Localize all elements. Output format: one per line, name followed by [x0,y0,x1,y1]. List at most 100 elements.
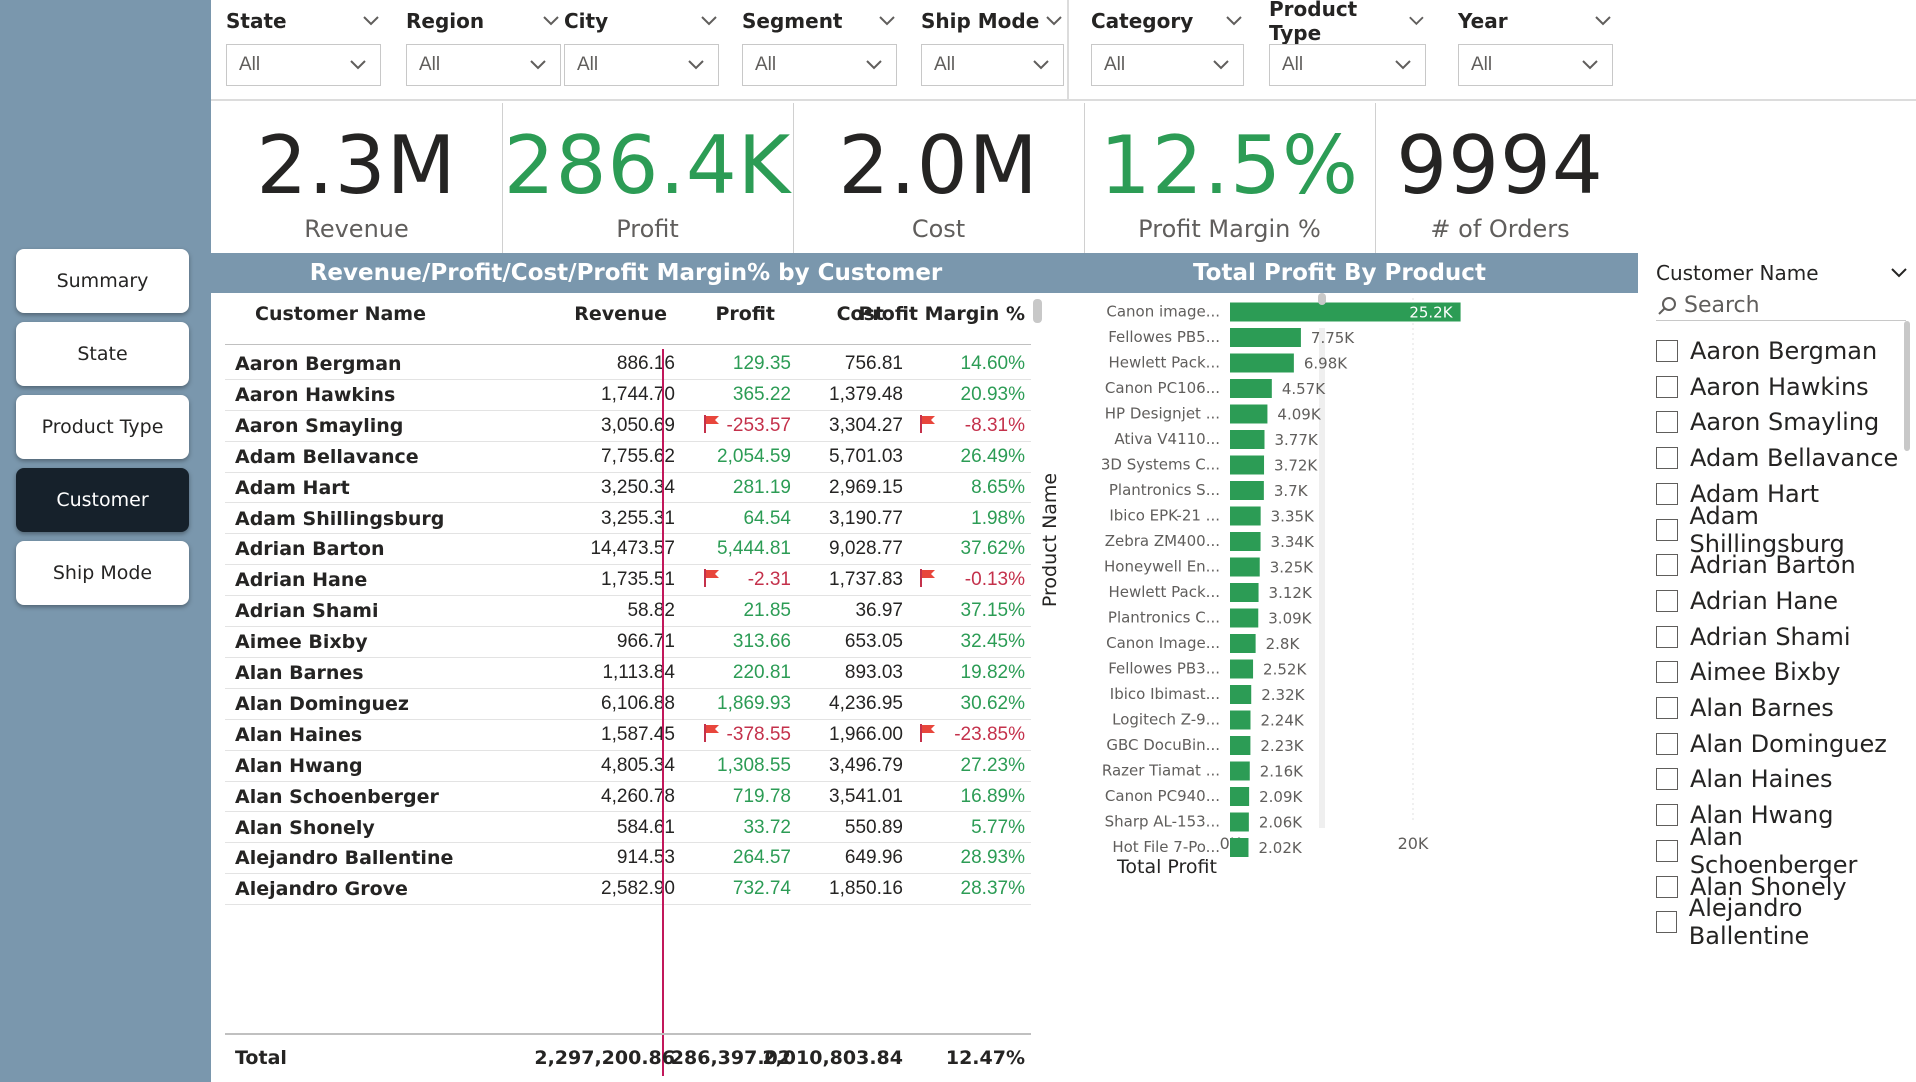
table-row[interactable]: Aaron Smayling 3,050.69 -253.57 3,304.27 -8.… [225,411,1031,442]
column-header-revenue[interactable]: Revenue [574,303,667,325]
bar[interactable] [1230,353,1294,373]
bar[interactable] [1230,328,1301,347]
bar[interactable] [1230,659,1254,679]
checkbox-icon[interactable] [1656,804,1678,827]
customer-slicer-item[interactable]: Adrian Shami [1656,619,1851,655]
nav-button-summary[interactable]: Summary [16,249,189,313]
slicer-header[interactable]: Year [1458,8,1613,34]
bar[interactable] [1230,404,1268,424]
customer-slicer-item[interactable]: Alan Haines [1656,761,1833,797]
slicer-dropdown[interactable]: All [406,44,561,86]
table-row[interactable]: Aaron Hawkins 1,744.70 365.22 1,379.48 20.93… [225,380,1031,411]
bar[interactable] [1230,787,1250,806]
chevron-down-icon[interactable] [541,14,561,28]
chevron-down-icon[interactable] [1890,267,1908,279]
column-header-profit-margin[interactable]: Profit Margin % [858,303,1025,325]
customer-slicer-item[interactable]: Adam Bellavance [1656,440,1898,476]
table-row[interactable]: Adam Hart 3,250.34 281.19 2,969.15 8.65% [225,473,1031,504]
bar[interactable] [1230,481,1264,500]
checkbox-icon[interactable] [1656,447,1678,470]
table-row[interactable]: Alan Schoenberger 4,260.78 719.78 3,541.01 1… [225,782,1031,813]
slicer-header[interactable]: City [564,8,719,34]
slicer-header[interactable]: Segment [742,8,897,34]
customer-slicer-item[interactable]: Aaron Smayling [1656,404,1879,440]
table-row[interactable]: Alan Hwang 4,805.34 1,308.55 3,496.79 27.23% [225,751,1031,782]
customer-slicer-item[interactable]: Aaron Hawkins [1656,369,1869,405]
checkbox-icon[interactable] [1656,482,1678,505]
slicer-dropdown[interactable]: All [1269,44,1426,86]
checkbox-icon[interactable] [1656,625,1678,648]
chart-scrollbar[interactable] [1318,293,1326,305]
chevron-down-icon[interactable] [1407,14,1426,28]
chevron-down-icon[interactable] [361,14,381,28]
customer-slicer-item[interactable]: Aaron Bergman [1656,333,1877,369]
customer-slicer-item[interactable]: Alan Barnes [1656,690,1834,726]
bar[interactable] [1230,685,1252,704]
bar[interactable] [1230,455,1265,475]
checkbox-icon[interactable] [1656,839,1678,862]
customer-slicer-item[interactable]: Alan Schoenberger [1656,823,1916,879]
slicer-header[interactable]: State [226,8,381,34]
checkbox-icon[interactable] [1656,589,1678,612]
table-row[interactable]: Adrian Hane 1,735.51 -2.31 1,737.83 -0.13% [225,565,1031,597]
slicer-scrollbar[interactable] [1904,321,1910,451]
chevron-down-icon[interactable] [699,14,719,28]
checkbox-icon[interactable] [1656,411,1678,434]
chevron-down-icon[interactable] [877,14,897,28]
bar[interactable] [1230,557,1260,577]
checkbox-icon[interactable] [1656,732,1678,755]
table-row[interactable]: Alan Shonely 584.61 33.72 550.89 5.77% [225,813,1031,844]
bar[interactable] [1230,736,1251,755]
checkbox-icon[interactable] [1656,875,1678,898]
customer-slicer-item[interactable]: Alejandro Ballentine [1656,894,1916,950]
checkbox-icon[interactable] [1656,375,1678,398]
bar[interactable] [1230,430,1265,449]
bar[interactable] [1230,608,1259,628]
chevron-down-icon[interactable] [1044,14,1064,28]
slicer-dropdown[interactable]: All [742,44,897,86]
table-row[interactable]: Aaron Bergman 886.16 129.35 756.81 14.60% [225,349,1031,380]
checkbox-icon[interactable] [1656,768,1678,791]
slicer-header[interactable]: Ship Mode [921,8,1064,34]
bar[interactable] [1230,379,1272,398]
column-header-profit[interactable]: Profit [715,303,775,325]
checkbox-icon[interactable] [1656,554,1678,577]
column-header-customer-name[interactable]: Customer Name [255,303,426,325]
slicer-header[interactable]: Region [406,8,561,34]
chevron-down-icon[interactable] [1224,14,1244,28]
table-row[interactable]: Alejandro Grove 2,582.90 732.74 1,850.16 28.… [225,874,1031,906]
bar[interactable] [1230,532,1261,551]
customer-slicer-item[interactable]: Adrian Barton [1656,547,1856,583]
bar[interactable] [1230,761,1250,781]
table-row[interactable]: Alan Barnes 1,113.84 220.81 893.03 19.82% [225,658,1031,689]
customer-search-input[interactable]: Search [1656,291,1906,321]
table-row[interactable]: Alan Haines 1,587.45 -378.55 1,966.00 -23.85… [225,720,1031,751]
slicer-dropdown[interactable]: All [921,44,1064,86]
slicer-dropdown[interactable]: All [226,44,381,86]
table-row[interactable]: Adrian Barton 14,473.57 5,444.81 9,028.77 37… [225,534,1031,566]
table-row[interactable]: Adrian Shami 58.82 21.85 36.97 37.15% [225,596,1031,628]
slicer-dropdown[interactable]: All [1091,44,1244,86]
chevron-down-icon[interactable] [1593,14,1613,28]
nav-button-customer[interactable]: Customer [16,468,189,532]
slicer-dropdown[interactable]: All [564,44,719,86]
checkbox-icon[interactable] [1656,518,1678,541]
table-row[interactable]: Adam Bellavance 7,755.62 2,054.59 5,701.03 2… [225,442,1031,473]
nav-button-state[interactable]: State [16,322,189,386]
nav-button-product-type[interactable]: Product Type [16,395,189,459]
bar[interactable] [1230,506,1261,526]
customer-slicer-item[interactable]: Alan Dominguez [1656,726,1887,762]
nav-button-ship-mode[interactable]: Ship Mode [16,541,189,605]
bar[interactable] [1230,812,1249,832]
checkbox-icon[interactable] [1656,911,1677,934]
bar[interactable] [1230,634,1256,653]
slicer-header[interactable]: Category [1091,8,1244,34]
bar[interactable] [1230,838,1249,857]
table-row[interactable]: Alejandro Ballentine 914.53 264.57 649.96 28… [225,843,1031,875]
checkbox-icon[interactable] [1656,340,1678,362]
checkbox-icon[interactable] [1656,697,1678,719]
slicer-header[interactable]: Product Type [1269,0,1426,45]
bar[interactable] [1230,710,1251,730]
table-row[interactable]: Aimee Bixby 966.71 313.66 653.05 32.45% [225,627,1031,658]
table-row[interactable]: Alan Dominguez 6,106.88 1,869.93 4,236.95 30… [225,689,1031,720]
